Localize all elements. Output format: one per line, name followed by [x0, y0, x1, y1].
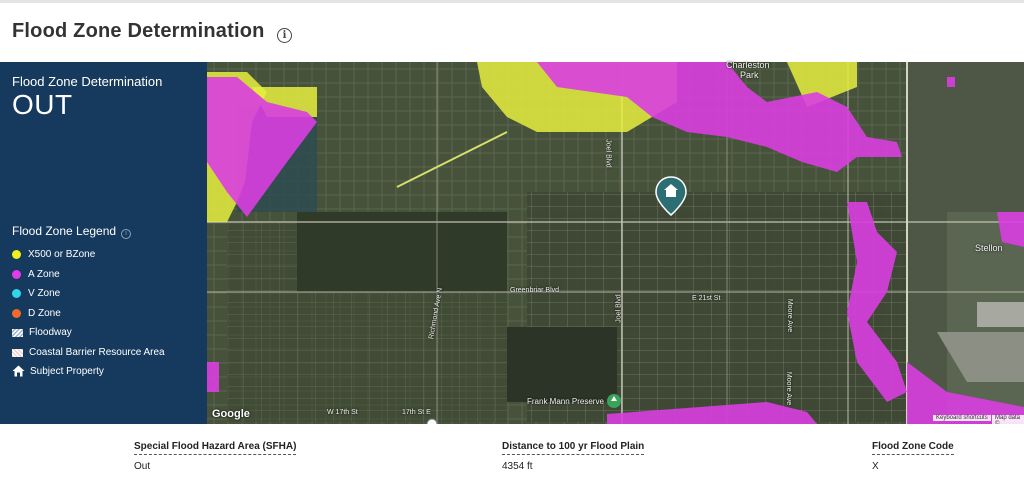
- floodway-hatch-icon: [12, 328, 23, 337]
- distance-label: Distance to 100 yr Flood Plain: [502, 441, 645, 455]
- flood-zone-code-value: X: [872, 461, 879, 472]
- map-label-joel-blvd-north: Joel Blvd: [604, 139, 612, 168]
- cyan-dot-icon: [12, 289, 21, 298]
- sfha-value: Out: [134, 461, 151, 472]
- legend-label: D Zone: [28, 308, 61, 319]
- sfha-label: Special Flood Hazard Area (SFHA): [134, 441, 297, 455]
- legend-item-a-zone: A Zone: [12, 269, 60, 280]
- legend-item-coastal-barrier: Coastal Barrier Resource Area: [12, 347, 165, 358]
- map-label-stellon: Stellon: [975, 243, 1003, 253]
- legend-item-d-zone: D Zone: [12, 308, 61, 319]
- magenta-dot-icon: [12, 270, 21, 279]
- determination-title: Flood Zone Determination: [12, 74, 163, 89]
- map-label-charleston: Charleston: [726, 60, 770, 70]
- flood-map[interactable]: [207, 62, 1024, 424]
- distance-value: 4354 ft: [502, 461, 533, 472]
- legend-item-floodway: Floodway: [12, 327, 72, 338]
- header: Flood Zone Determination i: [0, 3, 1024, 61]
- map-label-frank-mann: Frank Mann Preserve: [527, 397, 604, 406]
- legend-label: Coastal Barrier Resource Area: [29, 347, 165, 358]
- legend-label: V Zone: [28, 288, 61, 299]
- home-icon: [12, 365, 25, 377]
- yellow-dot-icon: [12, 250, 21, 259]
- info-icon[interactable]: i: [277, 28, 292, 43]
- map-label-17th-st-e: 17th St E: [402, 409, 431, 416]
- map-label-e21st: E 21st St: [692, 295, 721, 302]
- keyboard-shortcuts-link[interactable]: Keyboard shortcuts: [933, 415, 991, 421]
- map-label-moore-ave-2: Moore Ave: [785, 371, 793, 406]
- map-label-park: Park: [740, 70, 759, 80]
- legend-label: X500 or BZone: [28, 249, 96, 260]
- legend-item-v-zone: V Zone: [12, 288, 60, 299]
- map-label-joel-blvd-south: Joel Blvd: [615, 294, 623, 323]
- legend-label: Floodway: [29, 327, 72, 338]
- flood-zone-code-label: Flood Zone Code: [872, 441, 954, 455]
- map-label-greenbriar: Greenbriar Blvd: [510, 287, 560, 294]
- google-logo: Google: [212, 408, 250, 420]
- map-label-moore-ave-1: Moore Ave: [786, 298, 794, 333]
- flood-zone-sidebar: Flood Zone Determination OUT Flood Zone …: [0, 62, 207, 424]
- page-title: Flood Zone Determination: [12, 20, 265, 42]
- legend-item-subject-property: Subject Property: [12, 365, 104, 377]
- determination-value: OUT: [12, 89, 73, 120]
- map-label-w17th: W 17th St: [327, 409, 358, 416]
- legend-info-icon[interactable]: i: [121, 229, 131, 239]
- flood-details-panel: Special Flood Hazard Area (SFHA) Out Dis…: [0, 424, 1024, 494]
- legend-label: A Zone: [28, 269, 60, 280]
- legend-item-x500: X500 or BZone: [12, 249, 95, 260]
- orange-dot-icon: [12, 309, 21, 318]
- legend-label: Subject Property: [30, 365, 104, 377]
- coastal-hatch-icon: [12, 348, 23, 357]
- legend-title: Flood Zone Legend: [12, 224, 117, 238]
